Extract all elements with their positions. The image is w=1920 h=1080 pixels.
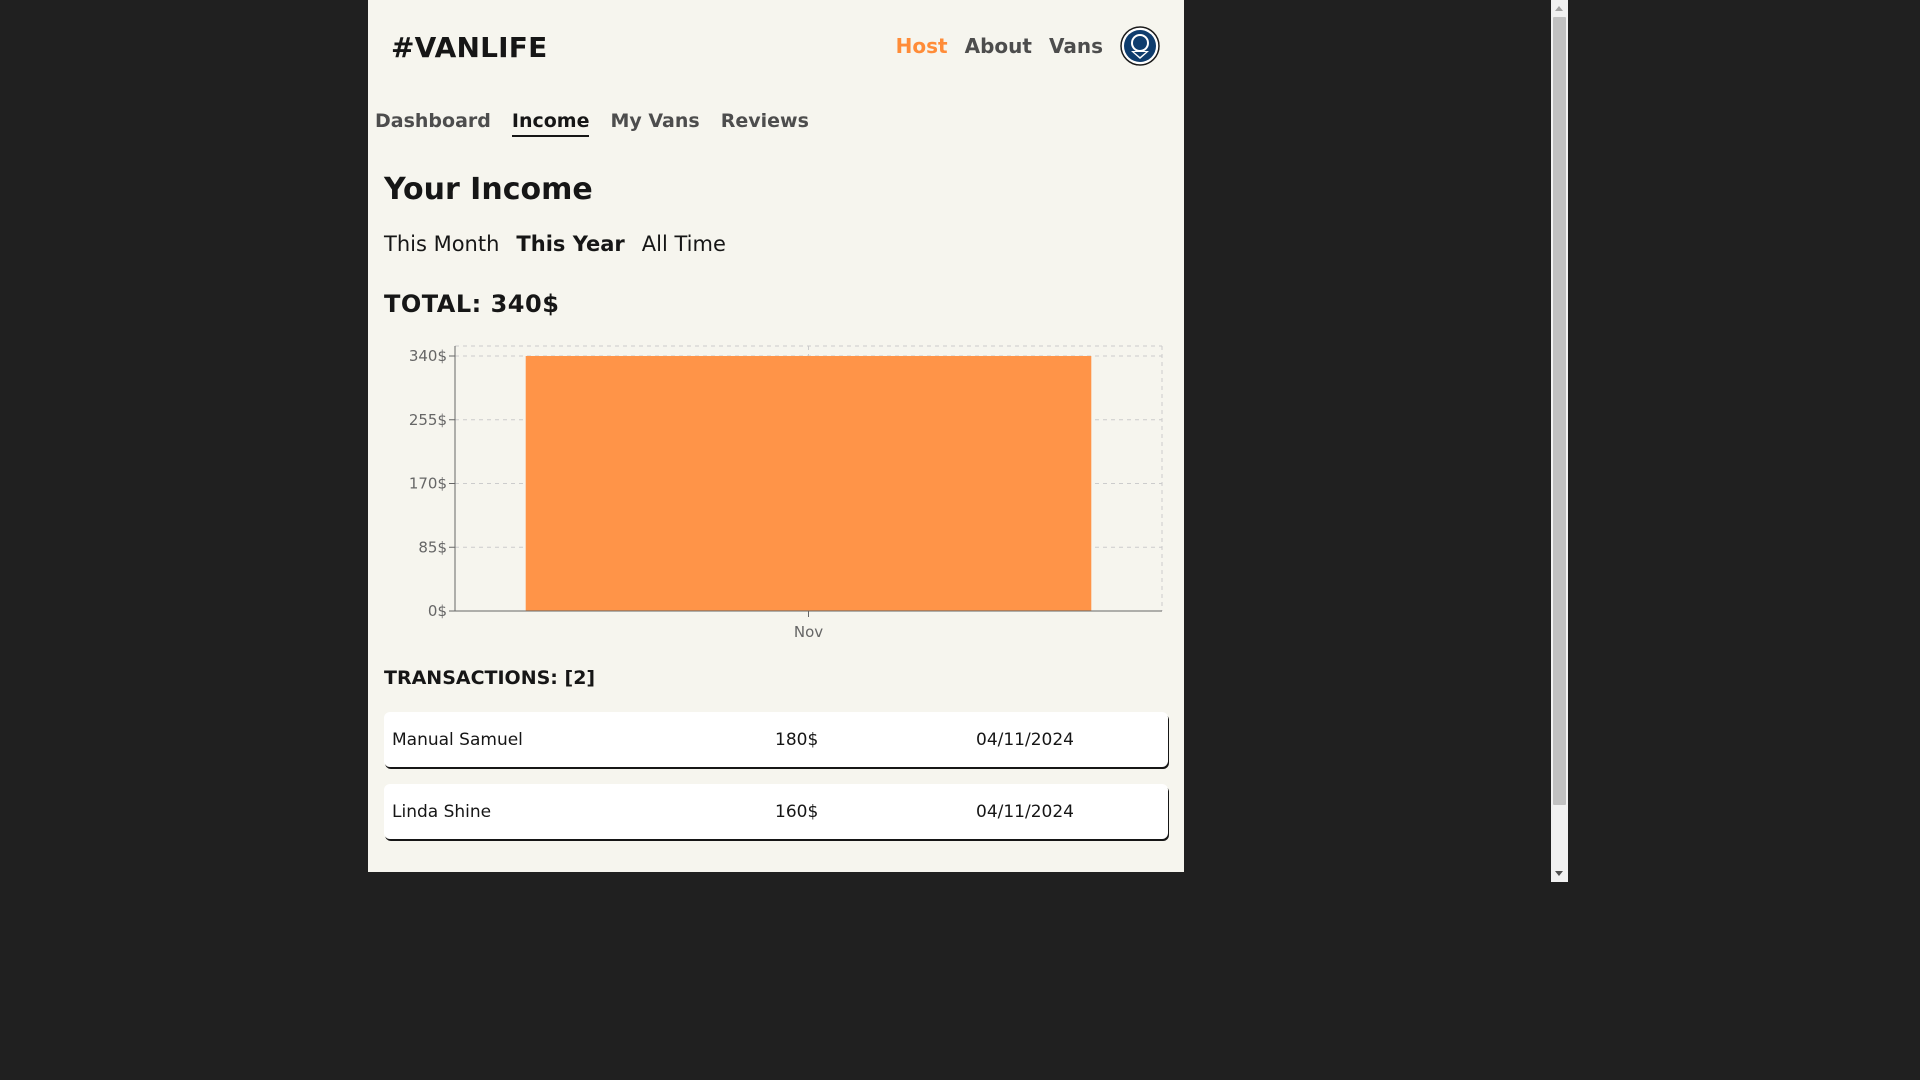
user-avatar-icon[interactable] [1120,26,1160,66]
income-chart: 0$ 85$ 170$ 255$ 340$ Nov [384,340,1174,650]
chart-bar [525,356,1092,611]
nav-about-link[interactable]: About [965,34,1032,58]
page-scrollbar[interactable] [1551,0,1568,882]
transaction-amount: 180$ [775,730,819,750]
filter-all-time[interactable]: All Time [642,232,726,256]
filter-this-month[interactable]: This Month [384,232,499,256]
nav-vans-link[interactable]: Vans [1049,34,1103,58]
y-axis-tick-label: 0$ [428,602,447,620]
transaction-name: Manual Samuel [392,730,523,750]
y-axis-tick-label: 255$ [409,411,447,429]
y-axis-tick-label: 340$ [409,347,447,365]
transactions-list: Manual Samuel 180$ 04/11/2024 Linda Shin… [384,712,1168,856]
tab-reviews[interactable]: Reviews [721,110,809,137]
scroll-up-arrow-icon[interactable] [1555,6,1563,11]
transaction-row[interactable]: Linda Shine 160$ 04/11/2024 [384,784,1168,839]
income-total: TOTAL: 340$ [384,290,560,318]
transaction-date: 04/11/2024 [976,730,1074,750]
tab-my-vans[interactable]: My Vans [610,110,699,137]
nav-host-link[interactable]: Host [896,34,948,58]
site-logo[interactable]: #VANLIFE [391,30,547,66]
filter-this-year[interactable]: This Year [516,232,624,256]
transaction-date: 04/11/2024 [976,802,1074,822]
scroll-down-arrow-icon[interactable] [1555,871,1563,876]
page-title: Your Income [384,172,593,207]
host-subnav: Dashboard Income My Vans Reviews [375,110,809,137]
tab-dashboard[interactable]: Dashboard [375,110,491,137]
y-axis-tick-label: 170$ [409,475,447,493]
scrollbar-thumb[interactable] [1553,17,1566,805]
transactions-title: TRANSACTIONS: [2] [384,667,596,689]
transaction-name: Linda Shine [392,802,492,822]
transaction-row[interactable]: Manual Samuel 180$ 04/11/2024 [384,712,1168,767]
app-page: #VANLIFE Host About Vans Dashboard Incom… [368,0,1184,872]
period-filters: This Month This Year All Time [384,232,726,256]
income-chart-svg: 0$ 85$ 170$ 255$ 340$ Nov [409,345,1163,641]
main-nav: Host About Vans [896,26,1160,66]
x-axis-tick-label: Nov [794,623,823,641]
tab-income[interactable]: Income [511,110,590,137]
browser-viewport: #VANLIFE Host About Vans Dashboard Incom… [0,0,1568,882]
transaction-amount: 160$ [775,802,819,822]
y-axis-tick-label: 85$ [418,538,447,556]
